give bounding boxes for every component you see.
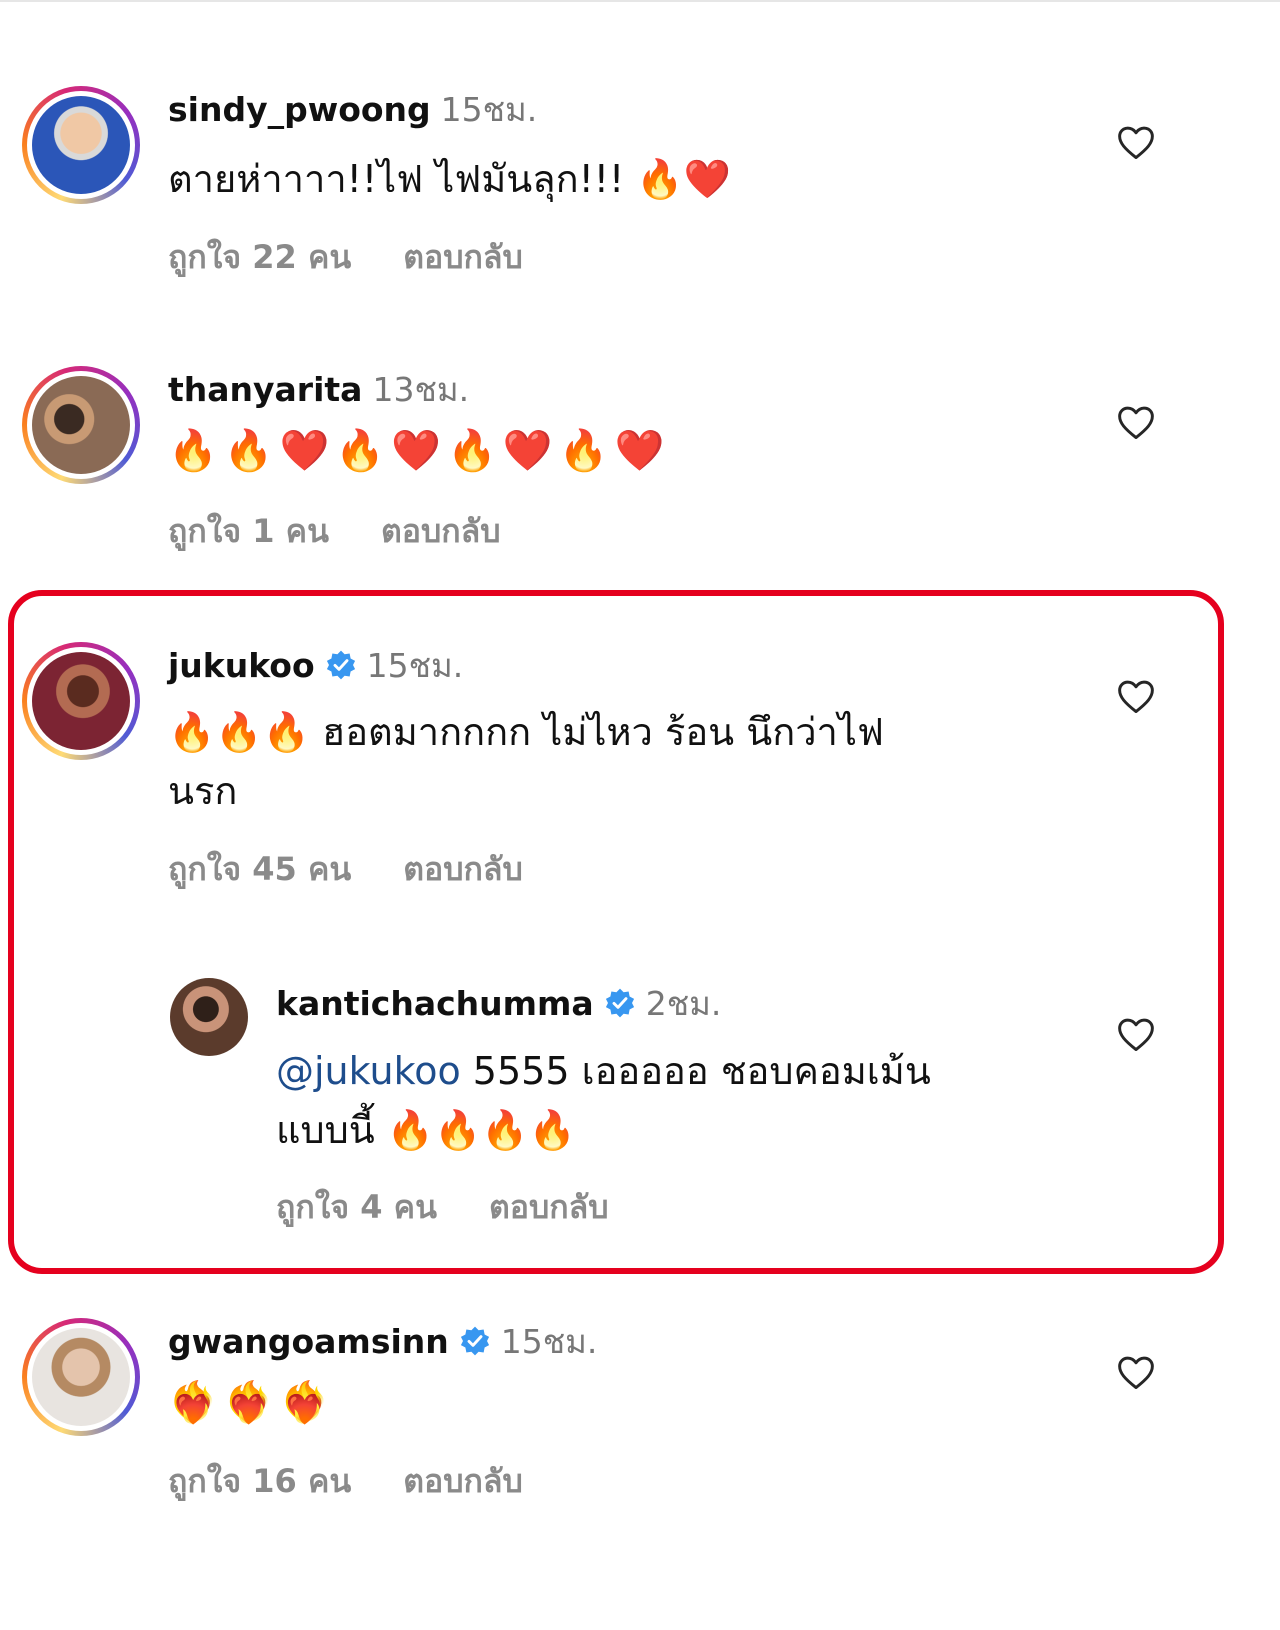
- likes-count[interactable]: ถูกใจ 1 คน: [168, 512, 329, 550]
- avatar-kantichachumma[interactable]: [170, 978, 248, 1056]
- likes-count[interactable]: ถูกใจ 16 คน: [168, 1462, 351, 1500]
- timestamp: 15ชม.: [500, 1322, 598, 1361]
- username[interactable]: thanyarita: [168, 370, 362, 409]
- avatar-gwangoamsinn[interactable]: [22, 1318, 140, 1436]
- avatar-sindy-pwoong[interactable]: [22, 86, 140, 204]
- comment-text: ❤️‍🔥❤️‍🔥❤️‍🔥: [168, 1380, 336, 1426]
- likes-count[interactable]: ถูกใจ 22 คน: [168, 238, 351, 276]
- highlight-box: [8, 590, 1224, 1274]
- reply-text: 5555 เอออออ ชอบคอมเม้น: [460, 1049, 931, 1093]
- comment-text-line2: นรก: [168, 769, 238, 813]
- avatar-jukukoo[interactable]: [22, 642, 140, 760]
- timestamp: 13ชม.: [372, 370, 470, 409]
- timestamp: 15ชม.: [440, 90, 538, 129]
- avatar-thanyarita[interactable]: [22, 366, 140, 484]
- comment-text: 🔥🔥❤️🔥❤️🔥❤️🔥❤️: [168, 428, 671, 474]
- reply-button[interactable]: ตอบกลับ: [489, 1188, 609, 1226]
- heart-outline-icon[interactable]: [1116, 1354, 1156, 1390]
- verified-badge-icon: [460, 1326, 489, 1356]
- verified-badge-icon: [326, 650, 355, 680]
- reply-button[interactable]: ตอบกลับ: [381, 512, 501, 550]
- reply-button[interactable]: ตอบกลับ: [403, 850, 523, 888]
- reply-button[interactable]: ตอบกลับ: [403, 1462, 523, 1500]
- top-divider: [0, 0, 1280, 2]
- heart-outline-icon[interactable]: [1116, 124, 1156, 160]
- likes-count[interactable]: ถูกใจ 45 คน: [168, 850, 351, 888]
- username[interactable]: sindy_pwoong: [168, 90, 431, 129]
- username[interactable]: jukukoo: [168, 646, 315, 685]
- username[interactable]: gwangoamsinn: [168, 1322, 449, 1361]
- comment-text-line2: แบบนี้ 🔥🔥🔥🔥: [276, 1108, 577, 1152]
- comment-text-line1: @jukukoo 5555 เอออออ ชอบคอมเม้น: [276, 1042, 931, 1100]
- username[interactable]: kantichachumma: [276, 984, 594, 1023]
- verified-badge-icon: [605, 988, 634, 1018]
- timestamp: 2ชม.: [645, 984, 722, 1023]
- comment-text-line1: 🔥🔥🔥 ฮอตมากกกก ไม่ไหว ร้อน นึกว่าไฟ: [168, 710, 884, 754]
- comment-text: ตายห่าาาา!!ไฟ ไฟมันลุก!!! 🔥❤️: [168, 157, 731, 201]
- heart-outline-icon[interactable]: [1116, 678, 1156, 714]
- timestamp: 15ชม.: [366, 646, 464, 685]
- heart-outline-icon[interactable]: [1116, 404, 1156, 440]
- heart-outline-icon[interactable]: [1116, 1016, 1156, 1052]
- likes-count[interactable]: ถูกใจ 4 คน: [276, 1188, 437, 1226]
- mention-link[interactable]: @jukukoo: [276, 1049, 461, 1093]
- reply-button[interactable]: ตอบกลับ: [403, 238, 523, 276]
